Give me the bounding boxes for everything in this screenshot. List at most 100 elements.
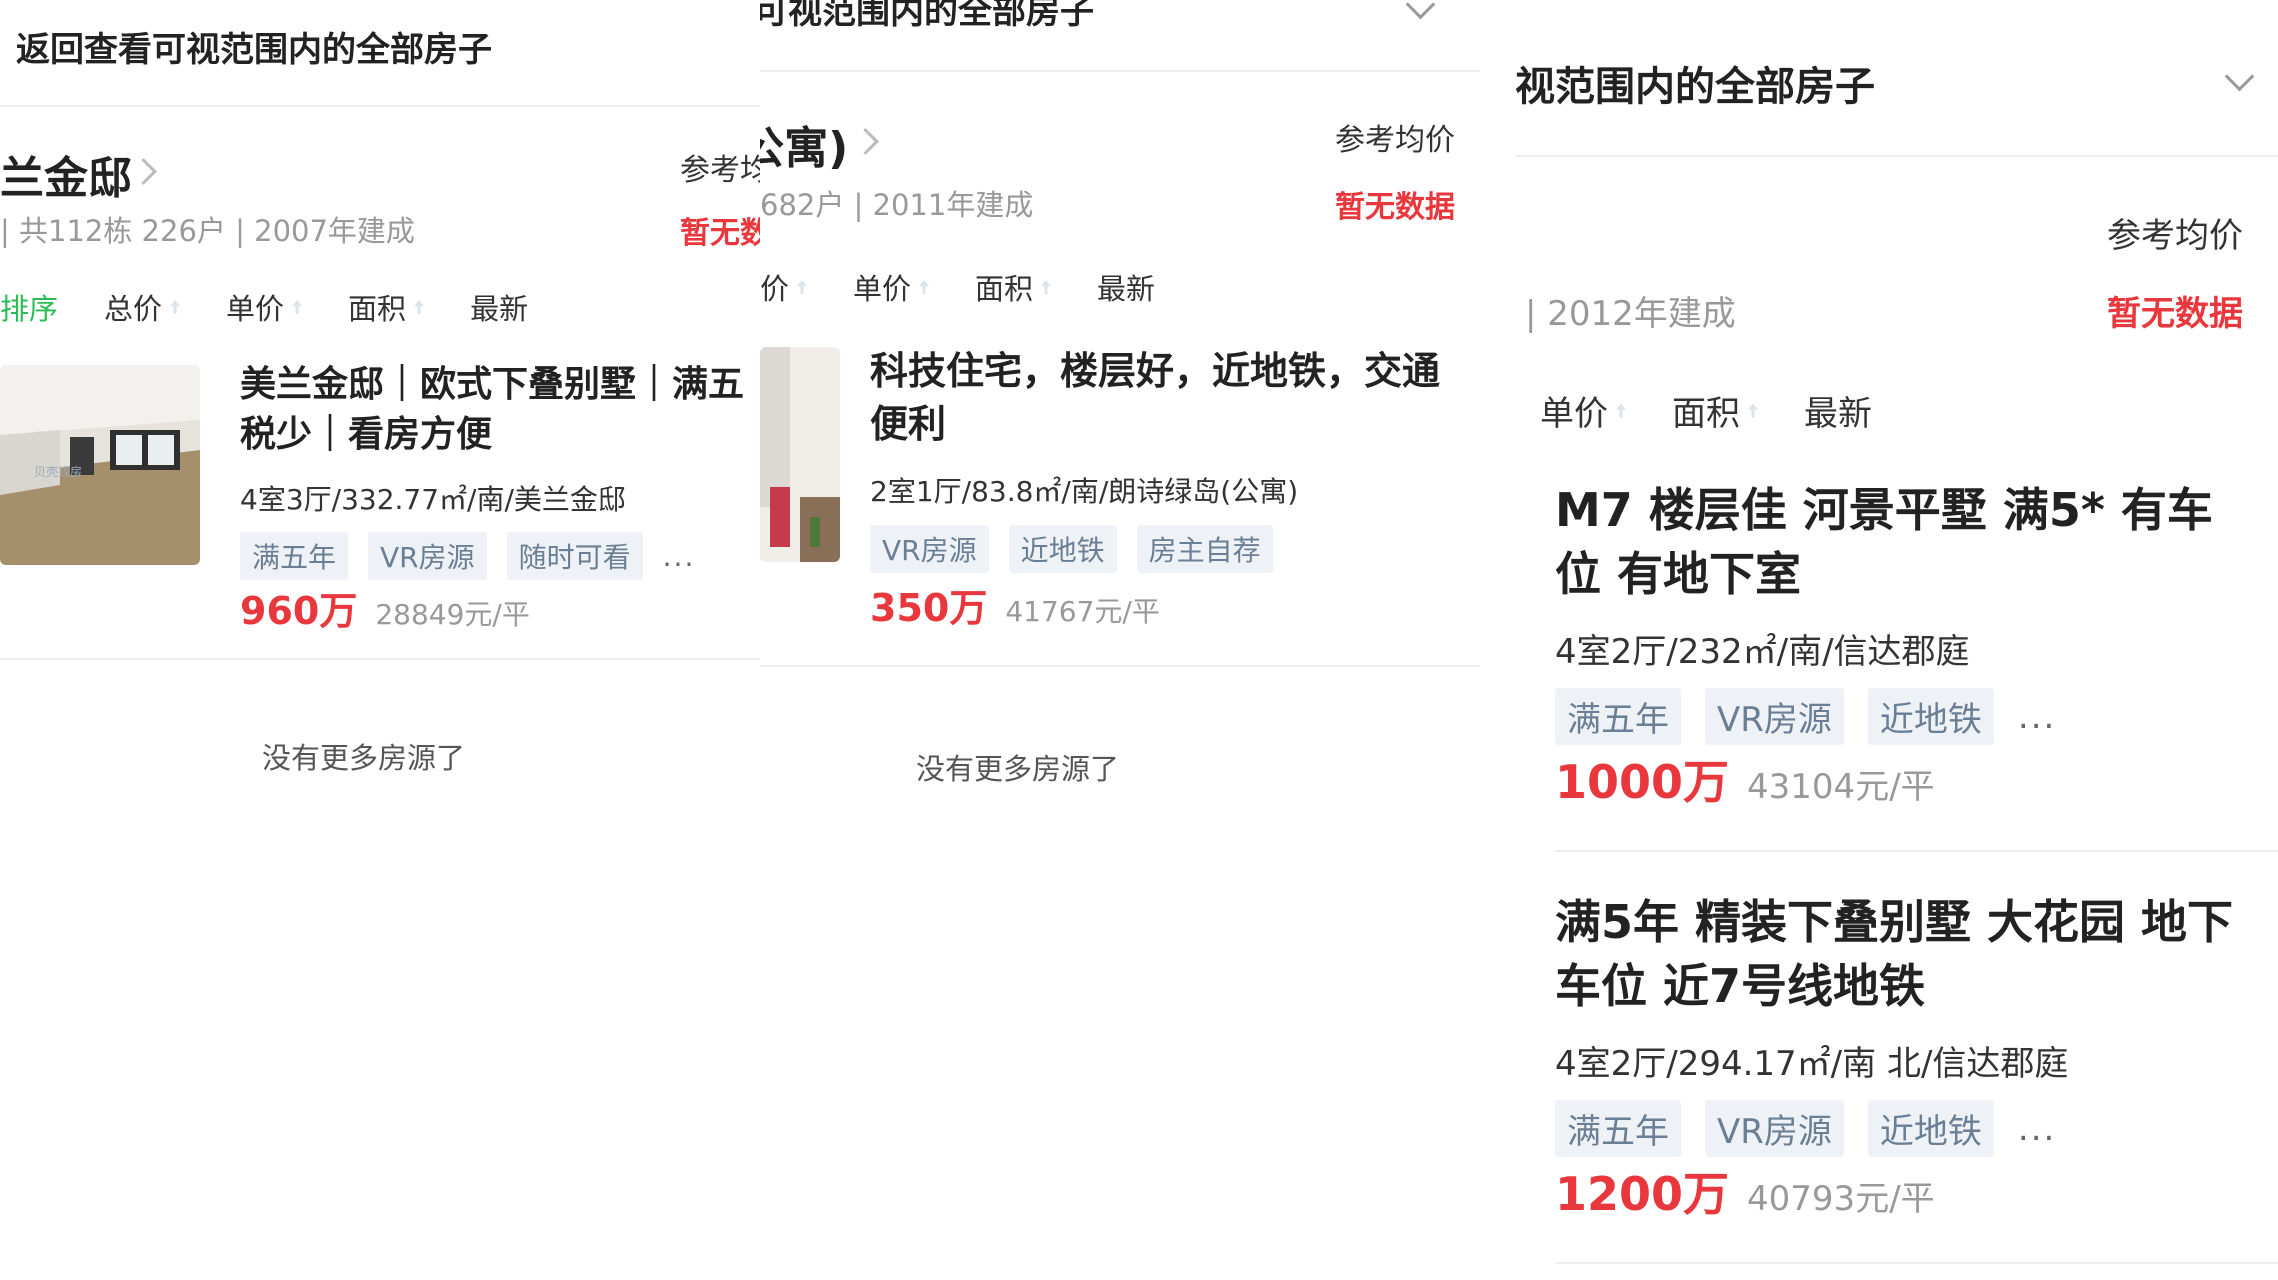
listing-card[interactable]: 满5年 精装下叠别墅 大花园 地下车位 近7号线地铁 4室2厅/294.17㎡/… xyxy=(1515,890,2278,1260)
sort-area[interactable]: 面积 xyxy=(348,286,425,328)
price-row: 1200万 40793元/平 xyxy=(1555,1158,1935,1224)
no-more-listings: 没有更多房源了 xyxy=(262,741,466,775)
sort-label: 单价 xyxy=(226,292,285,326)
listing-thumbnail[interactable] xyxy=(760,347,840,562)
sort-label: 最新 xyxy=(470,292,529,326)
more-tags: ... xyxy=(662,539,696,573)
listing-tag: VR房源 xyxy=(1705,1100,1844,1157)
sort-newest[interactable]: 最新 xyxy=(1804,386,1872,435)
reference-price-label: 参考均价 xyxy=(680,153,760,188)
divider xyxy=(760,665,1480,667)
listing-tags: 满五年 VR房源 近地铁 ... xyxy=(1555,688,2056,745)
sort-arrow-icon xyxy=(414,300,425,314)
listing-tags: 满五年 VR房源 近地铁 ... xyxy=(1555,1100,2056,1157)
total-price: 960万 xyxy=(240,589,358,633)
sort-bar: 单价 面积 最新 xyxy=(1540,386,1928,435)
sort-area[interactable]: 面积 xyxy=(975,266,1052,308)
sort-arrow-icon xyxy=(170,300,181,314)
price-row: 960万 28849元/平 xyxy=(240,580,530,635)
sort-arrow-icon xyxy=(797,280,808,294)
listing-thumbnail[interactable]: 贝壳找房 xyxy=(0,365,200,565)
total-price: 1000万 xyxy=(1555,755,1730,809)
sort-total-price[interactable]: 价 xyxy=(760,266,808,308)
listing-title[interactable]: 满5年 精装下叠别墅 大花园 地下车位 近7号线地铁 xyxy=(1555,890,2255,1019)
listing-tag: VR房源 xyxy=(1705,688,1844,745)
sort-arrow-icon xyxy=(919,280,930,294)
sort-label: 单价 xyxy=(853,272,912,306)
reference-price-value: 暂无数据 xyxy=(1335,190,1455,225)
sort-newest[interactable]: 最新 xyxy=(470,286,528,328)
community-title[interactable]: (公寓) xyxy=(760,112,848,176)
listing-info: 4室3厅/332.77㎡/南/美兰金邸 xyxy=(240,483,626,516)
listing-tag: 满五年 xyxy=(1555,1100,1681,1157)
community-meta: | 2012年建成 xyxy=(1525,294,1736,334)
sort-arrow-icon xyxy=(292,300,303,314)
chevron-down-icon[interactable] xyxy=(1405,0,1436,20)
sort-label: 面积 xyxy=(975,272,1034,306)
screenshot-panel-1: 返回查看可视范围内的全部房子 兰金邸 | 共112栋 226户 | 2007年建… xyxy=(0,0,760,1280)
sort-arrow-icon xyxy=(1748,403,1758,418)
sort-label: 最新 xyxy=(1804,394,1872,434)
back-to-all-houses-banner[interactable]: 看可视范围内的全部房子 xyxy=(760,0,1094,33)
total-price: 350万 xyxy=(870,586,988,630)
reference-price-label: 参考均价 xyxy=(2107,216,2243,256)
sort-unit-price[interactable]: 单价 xyxy=(1540,386,1626,435)
chevron-down-icon[interactable] xyxy=(2224,61,2255,92)
reference-price-value: 暂无数据 xyxy=(680,216,760,251)
chevron-right-icon[interactable] xyxy=(852,128,879,155)
listing-title[interactable]: 科技住宅，楼层好，近地铁，交通便利 xyxy=(870,345,1450,451)
divider xyxy=(1515,155,2278,157)
listing-card[interactable]: 科技住宅，楼层好，近地铁，交通便利 2室1厅/83.8㎡/南/朗诗绿岛(公寓) … xyxy=(760,345,1480,665)
community-meta: 682户 | 2011年建成 xyxy=(760,188,1034,222)
sort-label: 单价 xyxy=(1540,394,1608,434)
price-row: 350万 41767元/平 xyxy=(870,577,1160,632)
chevron-right-icon[interactable] xyxy=(130,158,157,185)
screenshot-panel-3: 视范围内的全部房子 参考均价 | 2012年建成 暂无数据 单价 面积 最新 M… xyxy=(1515,0,2278,1280)
divider xyxy=(0,658,760,660)
listing-tag: 近地铁 xyxy=(1008,525,1117,573)
sort-arrow-icon xyxy=(1041,280,1052,294)
listing-tag: 满五年 xyxy=(240,532,349,580)
sort-arrow-icon xyxy=(1616,403,1626,418)
screenshot-panel-2: 看可视范围内的全部房子 (公寓) 682户 | 2011年建成 参考均价 暂无数… xyxy=(760,0,1485,1280)
watermark: 贝壳找房 xyxy=(34,465,83,479)
listing-tag: 近地铁 xyxy=(1867,688,1994,745)
sort-default[interactable]: 排序 xyxy=(0,286,58,328)
back-to-all-houses-banner[interactable]: 视范围内的全部房子 xyxy=(1515,54,1875,112)
listing-tag: 满五年 xyxy=(1555,688,1681,745)
sort-label: 面积 xyxy=(348,292,407,326)
divider xyxy=(1555,1262,2278,1264)
sort-total-price[interactable]: 总价 xyxy=(104,286,181,328)
more-tags: ... xyxy=(2017,696,2057,737)
sort-label: 面积 xyxy=(1672,394,1740,434)
listing-card[interactable]: 贝壳找房 美兰金邸｜欧式下叠别墅｜满五税少｜看房方便 4室3厅/332.77㎡/… xyxy=(0,360,760,660)
listing-tag: 随时可看 xyxy=(506,532,643,580)
listing-title[interactable]: M7 楼层佳 河景平墅 满5* 有车位 有地下室 xyxy=(1555,478,2255,607)
divider xyxy=(760,70,1480,72)
sort-label: 最新 xyxy=(1097,272,1156,306)
divider xyxy=(1555,850,2278,852)
reference-price-label: 参考均价 xyxy=(1335,123,1455,158)
sort-area[interactable]: 面积 xyxy=(1672,386,1758,435)
listing-card[interactable]: M7 楼层佳 河景平墅 满5* 有车位 有地下室 4室2厅/232㎡/南/信达郡… xyxy=(1515,478,2278,848)
unit-price: 41767元/平 xyxy=(1005,595,1160,628)
listing-info: 4室2厅/294.17㎡/南 北/信达郡庭 xyxy=(1555,1044,2069,1084)
unit-price: 28849元/平 xyxy=(375,598,530,631)
community-title[interactable]: 兰金邸 xyxy=(0,142,132,206)
listing-title[interactable]: 美兰金邸｜欧式下叠别墅｜满五税少｜看房方便 xyxy=(240,360,760,461)
price-row: 1000万 43104元/平 xyxy=(1555,746,1935,812)
listing-tag: 近地铁 xyxy=(1867,1100,1994,1157)
listing-tag: VR房源 xyxy=(368,532,487,580)
room-photo xyxy=(760,347,840,562)
sort-unit-price[interactable]: 单价 xyxy=(853,266,930,308)
listing-tags: VR房源 近地铁 房主自荐 xyxy=(870,525,1293,573)
back-to-all-houses-banner[interactable]: 返回查看可视范围内的全部房子 xyxy=(16,22,492,71)
room-photo xyxy=(0,365,200,565)
unit-price: 43104元/平 xyxy=(1747,767,1935,807)
sort-label: 价 xyxy=(760,272,790,306)
listing-info: 2室1厅/83.8㎡/南/朗诗绿岛(公寓) xyxy=(870,475,1299,508)
listing-tag: 房主自荐 xyxy=(1136,525,1273,573)
sort-unit-price[interactable]: 单价 xyxy=(226,286,303,328)
sort-newest[interactable]: 最新 xyxy=(1097,266,1155,308)
community-meta: | 共112栋 226户 | 2007年建成 xyxy=(0,214,415,248)
